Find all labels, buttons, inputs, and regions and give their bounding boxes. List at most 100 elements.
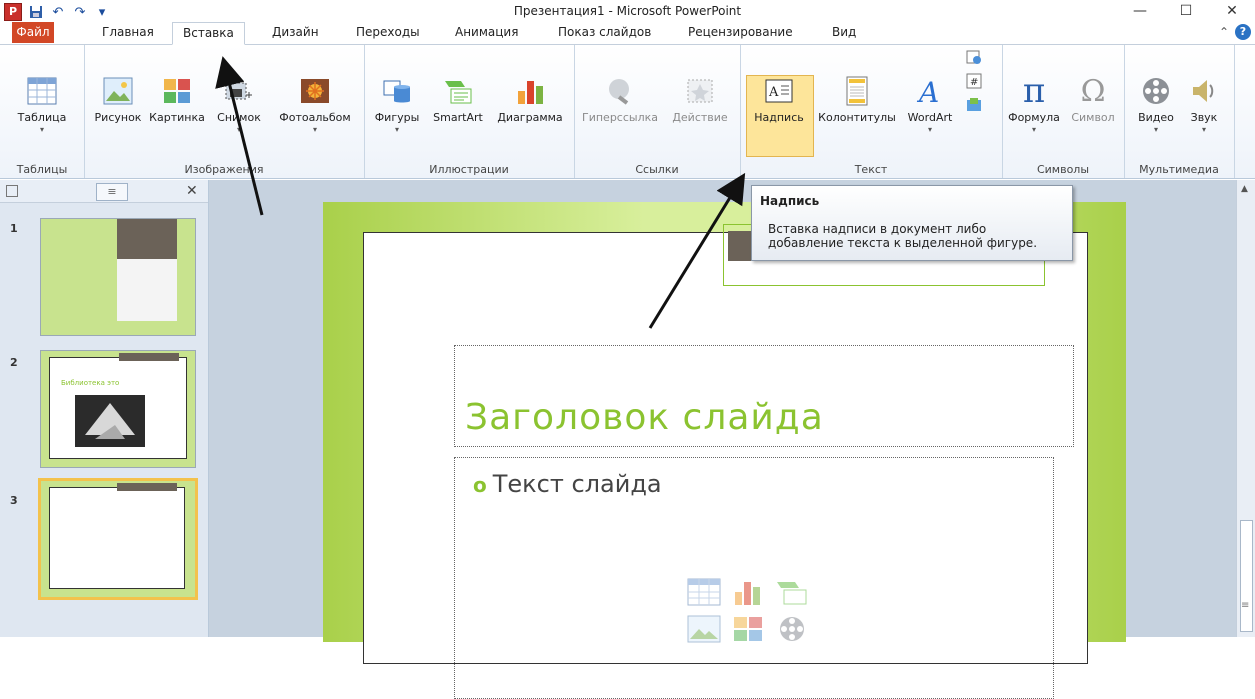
chart-button[interactable]: Диаграмма — [492, 75, 568, 124]
insert-picture-icon[interactable] — [687, 615, 725, 646]
group-text: A Надпись Колонтитулы A WordArt ▾ # Текст — [740, 45, 1003, 178]
insert-clipart-icon[interactable] — [731, 615, 769, 646]
scrollbar-thumb[interactable] — [1240, 520, 1253, 632]
title-placeholder[interactable]: Заголовок слайда — [454, 345, 1074, 447]
minimize-ribbon-icon[interactable]: ⌃ — [1219, 25, 1229, 39]
tab-insert[interactable]: Вставка — [172, 22, 245, 45]
insert-table-icon[interactable] — [687, 578, 725, 609]
table-icon — [26, 75, 58, 107]
group-media: Видео ▾ Звук ▾ Мультимедиа — [1124, 45, 1235, 178]
bullet-icon: o — [473, 473, 487, 497]
chevron-down-icon: ▾ — [312, 125, 317, 134]
picture-icon — [102, 75, 134, 107]
tab-transitions[interactable]: Переходы — [346, 22, 430, 43]
table-button[interactable]: Таблица ▾ — [12, 75, 72, 134]
header-footer-icon — [841, 75, 873, 107]
maximize-button[interactable]: ☐ — [1163, 0, 1209, 22]
photo-album-icon — [299, 75, 331, 107]
slide-thumbnail-3[interactable] — [38, 478, 198, 600]
clipart-button[interactable]: Картинка — [148, 75, 206, 124]
slide-number: 2 — [10, 356, 18, 369]
tab-view[interactable]: Вид — [822, 22, 866, 43]
ribbon: Таблица ▾ Таблицы Рисунок Картинка Снимок… — [0, 45, 1255, 179]
group-symbols: π Формула ▾ Ω Символ Символы — [1002, 45, 1125, 178]
close-pane-icon[interactable]: ✕ — [186, 183, 198, 199]
shapes-button[interactable]: Фигуры ▾ — [370, 75, 424, 134]
clipart-icon — [161, 75, 193, 107]
group-illustrations: Фигуры ▾ SmartArt Диаграмма Иллюстрации — [364, 45, 575, 178]
chevron-down-icon: ▾ — [1153, 125, 1158, 134]
date-time-icon[interactable] — [966, 49, 982, 65]
chevron-down-icon: ▾ — [39, 125, 44, 134]
svg-text:#: # — [970, 77, 978, 88]
chevron-down-icon: ▾ — [1201, 125, 1206, 134]
tab-file[interactable]: Файл — [12, 22, 54, 43]
tab-design[interactable]: Дизайн — [262, 22, 329, 43]
photo-album-button[interactable]: Фотоальбом ▾ — [274, 75, 356, 134]
picture-button[interactable]: Рисунок — [90, 75, 146, 124]
group-label-links: Ссылки — [635, 163, 679, 176]
slide-thumbnail-2[interactable]: Библиотека это — [40, 350, 196, 468]
action-icon — [684, 75, 716, 107]
symbol-button[interactable]: Ω Символ — [1066, 73, 1120, 125]
textbox-icon: A — [763, 75, 795, 107]
wordart-button[interactable]: A WordArt ▾ — [902, 75, 958, 134]
group-links: Гиперссылка Действие Ссылки — [574, 45, 741, 178]
insert-media-icon[interactable] — [775, 615, 813, 646]
slide-editor: Заголовок слайда o Текст слайда — [209, 180, 1237, 699]
chart-icon — [514, 75, 546, 107]
group-label-media: Мультимедиа — [1139, 163, 1219, 176]
textbox-tooltip: Надпись Вставка надписи в документ либо … — [751, 185, 1073, 261]
group-label-images: Изображения — [184, 163, 264, 176]
tab-animation[interactable]: Анимация — [445, 22, 528, 43]
chevron-down-icon: ▾ — [927, 125, 932, 134]
slide-content-area: Заголовок слайда o Текст слайда — [363, 232, 1088, 699]
slide-number: 3 — [10, 494, 18, 507]
tab-home[interactable]: Главная — [92, 22, 164, 43]
group-images: Рисунок Картинка Снимок ▾ Фотоальбом ▾ Изо… — [84, 45, 365, 178]
help-icon[interactable]: ? — [1235, 24, 1251, 40]
audio-button[interactable]: Звук ▾ — [1182, 75, 1226, 134]
hyperlink-button[interactable]: Гиперссылка — [580, 75, 660, 124]
help-area: ⌃ ? — [1219, 24, 1251, 40]
scroll-up-icon[interactable]: ▲ — [1241, 184, 1248, 194]
action-button[interactable]: Действие — [666, 75, 734, 124]
tab-slideshow[interactable]: Показ слайдов — [548, 22, 661, 43]
video-button[interactable]: Видео ▾ — [1134, 75, 1178, 134]
slide-number: 1 — [10, 222, 18, 235]
shapes-icon — [381, 75, 413, 107]
chevron-down-icon: ▾ — [236, 125, 241, 134]
outline-tab[interactable]: ≡ — [96, 183, 128, 201]
slides-pane-header: ≡ ✕ — [0, 180, 208, 203]
omega-icon: Ω — [1080, 73, 1106, 109]
thumb-text: Библиотека это — [61, 379, 120, 387]
screenshot-button[interactable]: Снимок ▾ — [210, 75, 268, 134]
group-label-text: Текст — [854, 163, 888, 176]
insert-content-icons — [687, 578, 817, 646]
insert-chart-icon[interactable] — [731, 578, 769, 609]
slide-number-icon[interactable]: # — [966, 73, 982, 89]
title-placeholder-text: Заголовок слайда — [465, 397, 824, 438]
slides-tab[interactable] — [6, 185, 18, 197]
vertical-scrollbar[interactable]: ▲ ≡ — [1236, 180, 1255, 637]
equation-button[interactable]: π Формула ▾ — [1004, 71, 1064, 134]
current-slide: Заголовок слайда o Текст слайда — [323, 202, 1126, 699]
content-placeholder-text: Текст слайда — [492, 470, 662, 498]
tooltip-text: Вставка надписи в документ либо добавлен… — [768, 222, 1038, 250]
svg-text:A: A — [768, 85, 779, 100]
window-controls: — ☐ ✕ — [1117, 0, 1255, 22]
svg-text:A: A — [916, 76, 939, 106]
close-button[interactable]: ✕ — [1209, 0, 1255, 22]
content-placeholder[interactable]: o Текст слайда — [454, 457, 1054, 699]
slide-thumbnail-1[interactable] — [40, 218, 196, 336]
textbox-button[interactable]: A Надпись — [746, 75, 812, 124]
chevron-down-icon: ▾ — [394, 125, 399, 134]
smartart-button[interactable]: SmartArt — [426, 75, 490, 124]
minimize-button[interactable]: — — [1117, 0, 1163, 22]
thumb-white-panel — [117, 259, 177, 321]
tab-review[interactable]: Рецензирование — [678, 22, 803, 43]
object-icon[interactable] — [966, 97, 982, 113]
insert-smartart-icon[interactable] — [775, 578, 813, 609]
scroll-grip-icon: ≡ — [1241, 600, 1250, 611]
header-footer-button[interactable]: Колонтитулы — [814, 75, 900, 124]
